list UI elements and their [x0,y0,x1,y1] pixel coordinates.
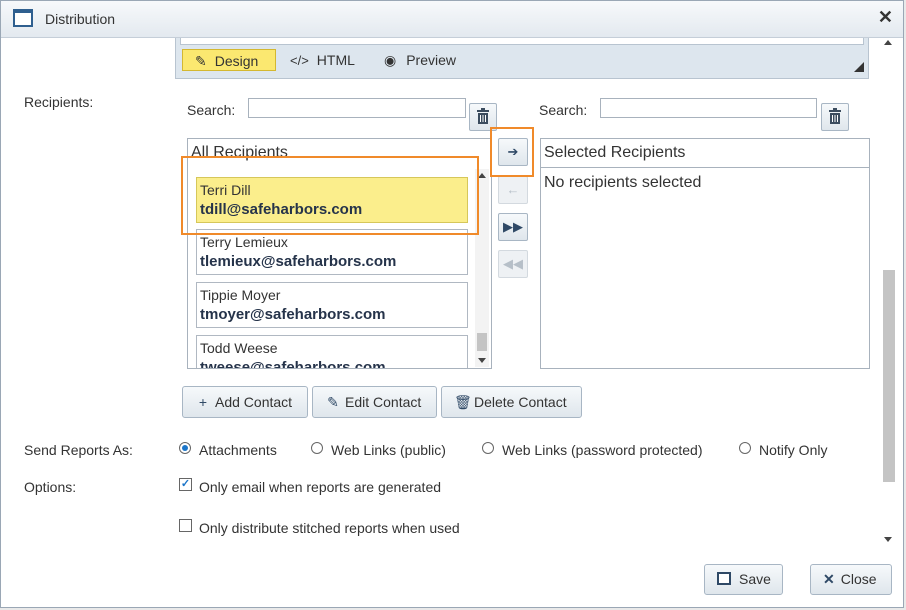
scroll-down-icon[interactable] [478,358,486,363]
radio-attachments[interactable] [179,442,191,454]
radio-web-links-public-label[interactable]: Web Links (public) [331,442,446,458]
scroll-up-icon[interactable] [478,173,486,178]
tab-design[interactable]: ✎ Design [182,49,276,71]
email-editor-toolbar: ✎ Design </> HTML ◉ Preview [175,38,869,79]
scroll-thumb[interactable] [883,270,895,482]
dialog-scrollbar[interactable] [882,38,896,548]
arrow-left-icon: ← [506,182,520,197]
radio-web-links-password-label[interactable]: Web Links (password protected) [502,442,703,458]
all-recipients-search-input[interactable] [248,98,466,118]
radio-attachments-label[interactable]: Attachments [199,442,277,458]
add-contact-button[interactable]: + Add Contact [182,386,308,418]
code-icon: </> [290,53,309,68]
title-bar: Distribution ✕ [1,1,903,38]
plus-icon: + [198,394,208,410]
move-all-left-button[interactable]: ◀◀ [498,250,528,278]
recipient-item[interactable]: Tippie Moyer tmoyer@safeharbors.com [196,282,468,328]
clear-selected-search-button[interactable] [821,103,849,131]
delete-contact-button[interactable]: 🗑 Delete Contact [441,386,582,418]
selected-recipients-list[interactable]: Selected Recipients No recipients select… [540,138,870,369]
scroll-down-icon[interactable] [884,537,892,542]
stitched-reports-checkbox[interactable] [179,519,192,532]
options-label: Options: [24,479,77,495]
stitched-reports-label[interactable]: Only distribute stitched reports when us… [199,520,460,536]
dialog-title: Distribution [45,11,116,27]
radio-web-links-password[interactable] [482,442,494,454]
tab-html[interactable]: </> HTML [290,49,355,71]
eye-icon: ◉ [384,52,397,68]
recipients-label: Recipients: [24,94,94,110]
scroll-up-icon[interactable] [884,40,892,45]
recipient-list-scrollbar[interactable] [475,169,489,367]
selected-recipients-search-input[interactable] [600,98,817,118]
selected-search-label: Search: [539,102,588,118]
clear-all-search-button[interactable] [469,103,497,131]
all-search-label: Search: [187,102,236,118]
close-icon: ✕ [823,571,835,587]
pencil-icon: ✎ [195,53,207,69]
window-icon [13,9,33,27]
recipient-item[interactable]: Terri Dill tdill@safeharbors.com [196,177,468,223]
recipient-item[interactable]: Terry Lemieux tlemieux@safeharbors.com [196,229,468,275]
selected-recipients-header: Selected Recipients [541,139,869,168]
edit-contact-button[interactable]: ✎ Edit Contact [312,386,437,418]
send-reports-as-label: Send Reports As: [24,442,133,458]
radio-web-links-public[interactable] [311,442,323,454]
all-recipients-header: All Recipients [191,144,288,161]
trash-icon [829,108,841,124]
distribution-dialog: Distribution ✕ ✎ Design </> HTML ◉ Preview … [0,0,904,608]
resize-grip-icon[interactable] [854,62,864,72]
close-icon[interactable]: ✕ [878,7,893,28]
only-email-label[interactable]: Only email when reports are generated [199,479,441,495]
save-icon [717,572,731,585]
move-selected-right-button[interactable]: ➔ [498,138,528,166]
save-button[interactable]: Save [704,564,783,595]
pencil-icon: ✎ [327,394,339,410]
editor-content-area[interactable] [180,38,864,45]
trash-icon [477,108,489,124]
radio-notify-only-label[interactable]: Notify Only [759,442,827,458]
move-selected-left-button[interactable]: ← [498,176,528,204]
recipient-item[interactable]: Todd Weese tweese@safeharbors.com [196,335,468,368]
arrow-right-icon: ➔ [507,144,519,159]
tab-preview[interactable]: ◉ Preview [384,49,456,71]
close-button[interactable]: ✕ Close [810,564,892,595]
radio-notify-only[interactable] [739,442,751,454]
checkmark-icon: ✓ [180,478,191,490]
move-all-right-button[interactable]: ▶▶ [498,213,528,241]
trash-icon: 🗑 [454,394,472,410]
all-recipients-list[interactable]: All Recipients Terri Dill tdill@safeharb… [187,138,492,369]
no-recipients-message: No recipients selected [544,174,702,191]
double-arrow-left-icon: ◀◀ [503,256,523,271]
scroll-thumb[interactable] [477,333,487,351]
only-email-checkbox[interactable]: ✓ [179,478,192,491]
double-arrow-right-icon: ▶▶ [503,219,523,234]
